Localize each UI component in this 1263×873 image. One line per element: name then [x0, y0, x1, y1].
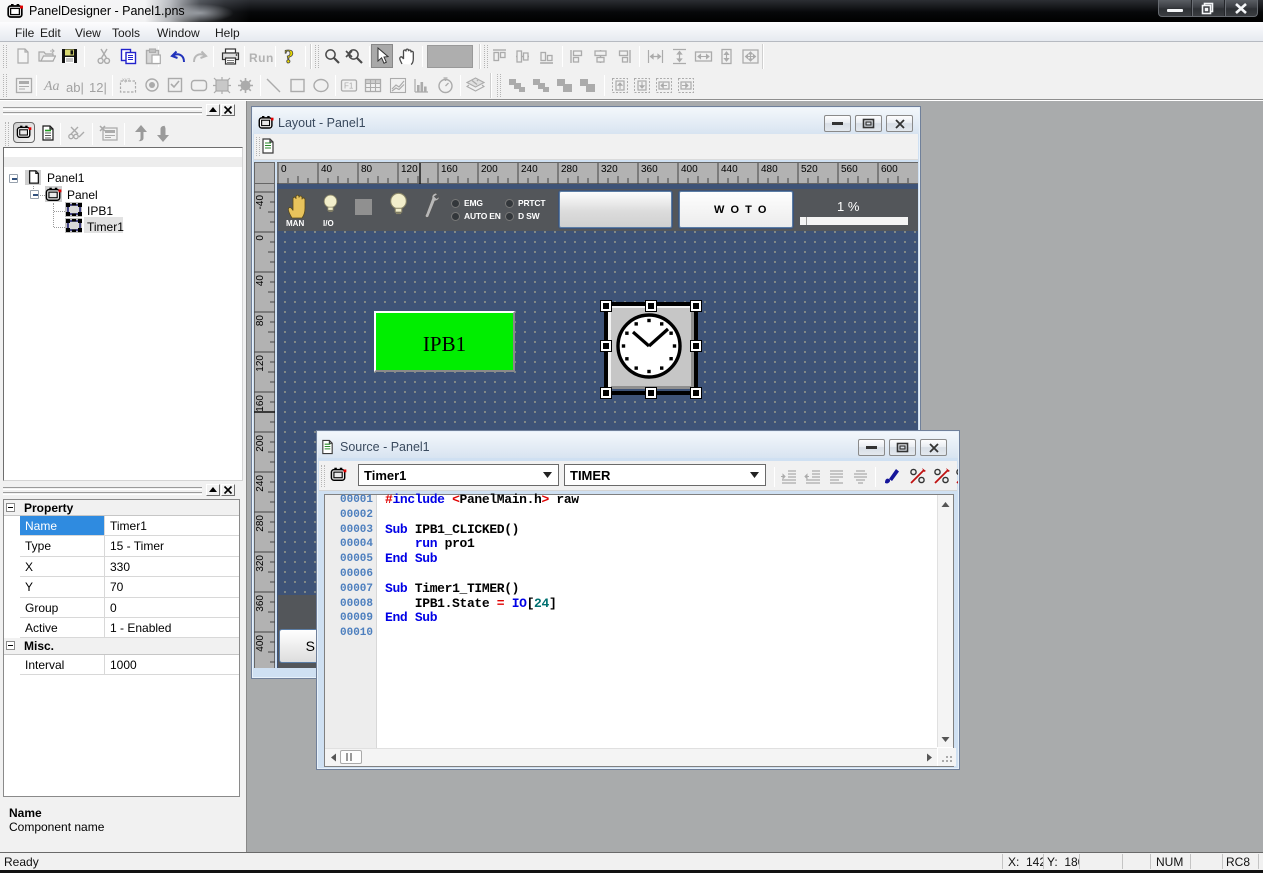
svg-text:320: 320 — [601, 164, 618, 175]
svg-text:0: 0 — [255, 235, 266, 241]
svg-text:480: 480 — [761, 164, 778, 175]
svg-text:0: 0 — [281, 164, 287, 175]
svg-text:200: 200 — [255, 435, 266, 452]
svg-text:520: 520 — [801, 164, 818, 175]
svg-text:320: 320 — [255, 555, 266, 572]
svg-text:80: 80 — [255, 315, 266, 327]
svg-text:280: 280 — [561, 164, 578, 175]
svg-text:360: 360 — [641, 164, 658, 175]
svg-text:560: 560 — [841, 164, 858, 175]
svg-text:120: 120 — [401, 164, 418, 175]
svg-text:F1: F1 — [344, 82, 354, 91]
svg-text:360: 360 — [255, 595, 266, 612]
svg-text:400: 400 — [681, 164, 698, 175]
svg-text:280: 280 — [255, 515, 266, 532]
svg-text:160: 160 — [441, 164, 458, 175]
svg-text:xyz: xyz — [122, 78, 131, 84]
svg-text:120: 120 — [255, 355, 266, 372]
svg-text:240: 240 — [255, 475, 266, 492]
svg-text:440: 440 — [721, 164, 738, 175]
svg-text:400: 400 — [255, 635, 266, 652]
svg-text:160: 160 — [255, 395, 266, 412]
svg-text:600: 600 — [881, 164, 898, 175]
svg-text:40: 40 — [321, 164, 333, 175]
svg-text:?: ? — [284, 46, 294, 67]
svg-text:-40: -40 — [255, 195, 266, 210]
svg-text:40: 40 — [255, 275, 266, 287]
svg-text:240: 240 — [521, 164, 538, 175]
svg-text:200: 200 — [481, 164, 498, 175]
svg-text:80: 80 — [361, 164, 373, 175]
